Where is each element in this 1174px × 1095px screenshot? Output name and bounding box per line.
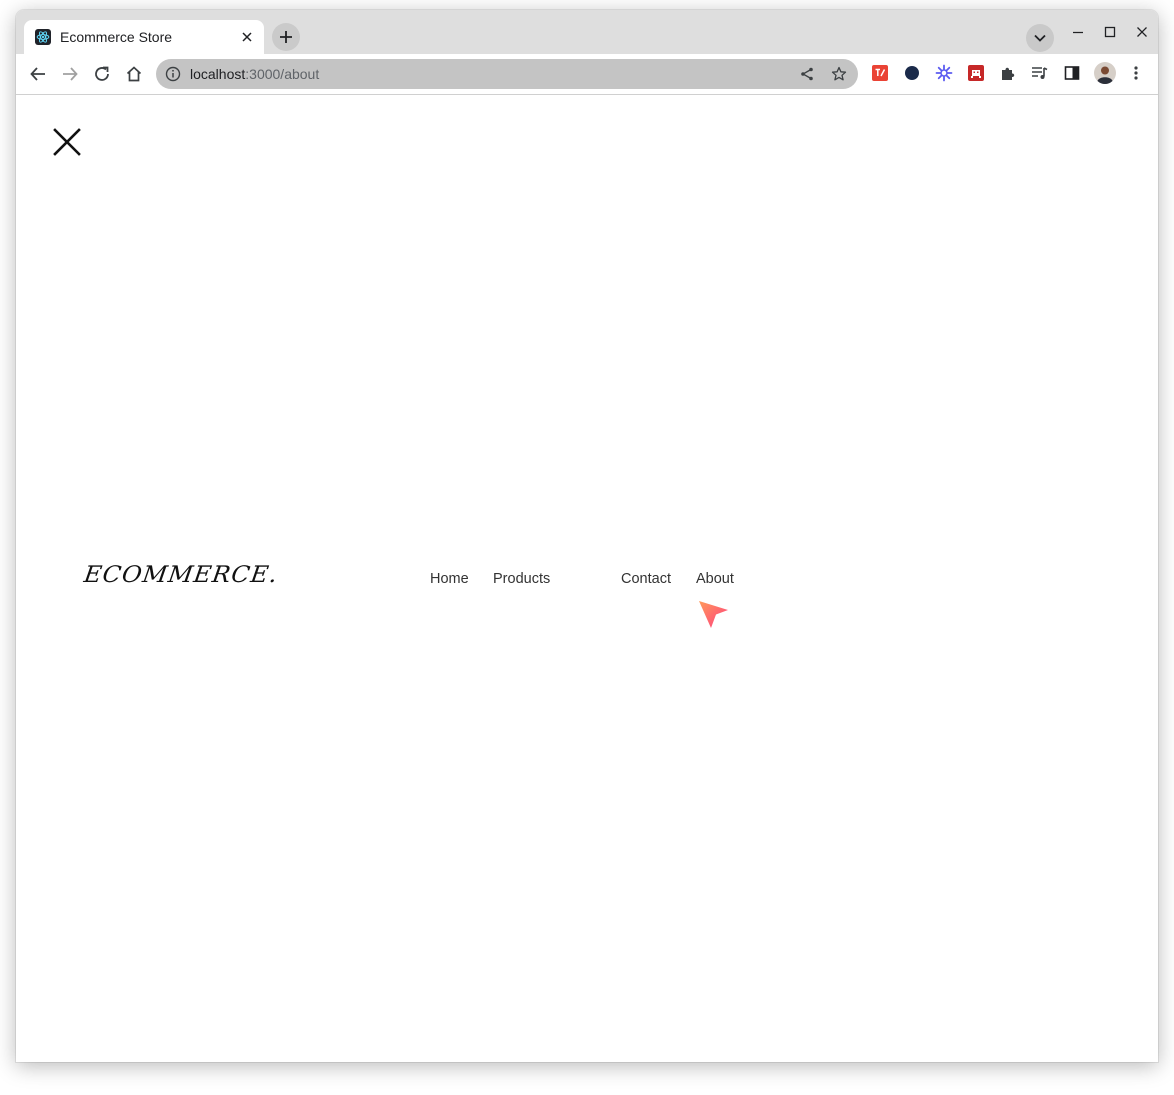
active-tab[interactable]: Ecommerce Store [24,20,264,54]
new-tab-button[interactable] [272,23,300,51]
share-icon[interactable] [798,65,816,83]
cursor-arrow-icon [699,601,728,628]
side-panel-icon[interactable] [1063,64,1081,82]
tab-title: Ecommerce Store [60,29,173,45]
home-button[interactable] [122,62,146,86]
back-button[interactable] [26,62,50,86]
reload-button[interactable] [90,62,114,86]
minimize-button[interactable] [1068,22,1088,42]
close-window-button[interactable] [1132,22,1152,42]
tab-close-icon[interactable] [238,28,256,46]
react-atom-icon [35,29,51,45]
nav-link-home[interactable]: Home [430,571,469,587]
url-text: localhost:3000/about [190,66,319,82]
url-path: :3000/about [245,66,320,82]
more-icon[interactable] [1127,64,1145,82]
url-host: localhost [190,66,246,82]
media-queue-icon[interactable] [1031,64,1049,82]
site-info-icon[interactable] [165,66,181,82]
forward-button[interactable] [58,62,82,86]
maximize-button[interactable] [1100,22,1120,42]
bookmark-star-icon[interactable] [830,65,848,83]
puzzle-icon[interactable] [999,64,1017,82]
tab-strip: Ecommerce Store [16,10,1158,54]
invader-icon[interactable] [967,64,985,82]
browser-window: Ecommerce Store localhost:3000/about ECO… [16,10,1158,1062]
nav-link-contact[interactable]: Contact [621,571,671,587]
nav-link-about[interactable]: About [696,571,734,587]
address-bar[interactable]: localhost:3000/about [156,59,858,89]
profile-avatar[interactable] [1094,62,1116,84]
eclipse-icon[interactable] [903,64,921,82]
browser-toolbar: localhost:3000/about [16,54,1158,95]
tab-search-button[interactable] [1026,24,1054,52]
asterisk-icon[interactable] [935,64,953,82]
menu-close-icon[interactable] [50,125,84,159]
nav-link-products[interactable]: Products [493,571,550,587]
page-viewport: ECOMMERCE. Home Products Contact About [16,95,1158,1062]
translate-icon[interactable] [871,64,889,82]
brand-logo[interactable]: ECOMMERCE. [82,561,280,588]
